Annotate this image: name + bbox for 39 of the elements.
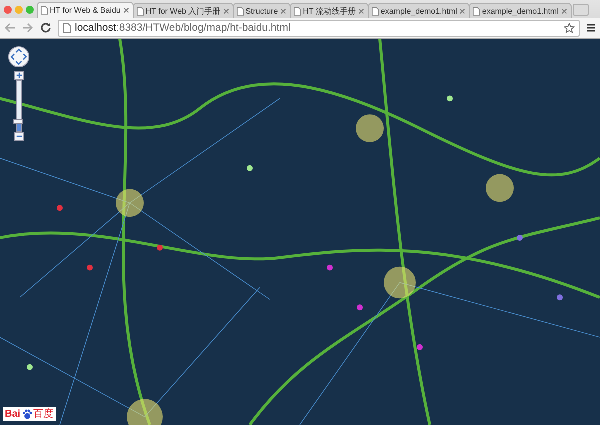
reload-icon[interactable] [40, 22, 52, 34]
logo-text: 百度 [34, 408, 54, 421]
page-icon [372, 6, 379, 16]
page-icon [136, 6, 144, 16]
zoom-slider[interactable] [16, 80, 22, 132]
paw-icon [22, 408, 33, 420]
page-icon [294, 6, 302, 16]
close-tab-icon[interactable] [280, 8, 288, 14]
forward-icon[interactable] [22, 22, 34, 34]
pan-control-icon[interactable] [8, 46, 30, 68]
logo-text: Bai [5, 408, 21, 420]
browser-tab[interactable]: example_demo1.html [469, 3, 572, 18]
back-icon[interactable] [4, 22, 16, 34]
page-icon [41, 6, 48, 15]
new-tab-button[interactable] [572, 4, 589, 16]
close-tab-icon[interactable] [122, 7, 130, 14]
zoom-out-button[interactable] [14, 132, 24, 141]
browser-tab[interactable]: HT for Web & Baidu [37, 2, 134, 18]
browser-tab[interactable]: Structure [232, 3, 292, 18]
close-tab-icon[interactable] [358, 8, 365, 14]
zoom-in-button[interactable] [14, 71, 24, 80]
page-icon [236, 6, 244, 16]
zoom-slider-thumb[interactable] [13, 119, 23, 124]
close-tab-icon[interactable] [560, 8, 568, 14]
browser-tab[interactable]: HT for Web 入门手册 [132, 3, 234, 18]
plus-icon [16, 72, 22, 79]
bookmark-star-icon[interactable] [564, 22, 575, 34]
minus-icon [16, 133, 22, 140]
close-window-icon[interactable] [4, 6, 12, 14]
page-icon [473, 6, 480, 16]
zoom-window-icon[interactable] [26, 6, 34, 14]
menu-icon[interactable] [586, 23, 596, 33]
address-bar[interactable]: localhost:8383/HTWeb/blog/map/ht-baidu.html [58, 20, 580, 36]
page-icon [63, 23, 71, 33]
map-placeholder[interactable]: Bai 百度 [0, 39, 600, 425]
browser-tab[interactable]: example_demo1.html [368, 3, 470, 18]
browser-tab[interactable]: HT 流动线手册 [290, 3, 369, 18]
close-tab-icon[interactable] [222, 8, 230, 14]
close-tab-icon[interactable] [459, 8, 466, 14]
